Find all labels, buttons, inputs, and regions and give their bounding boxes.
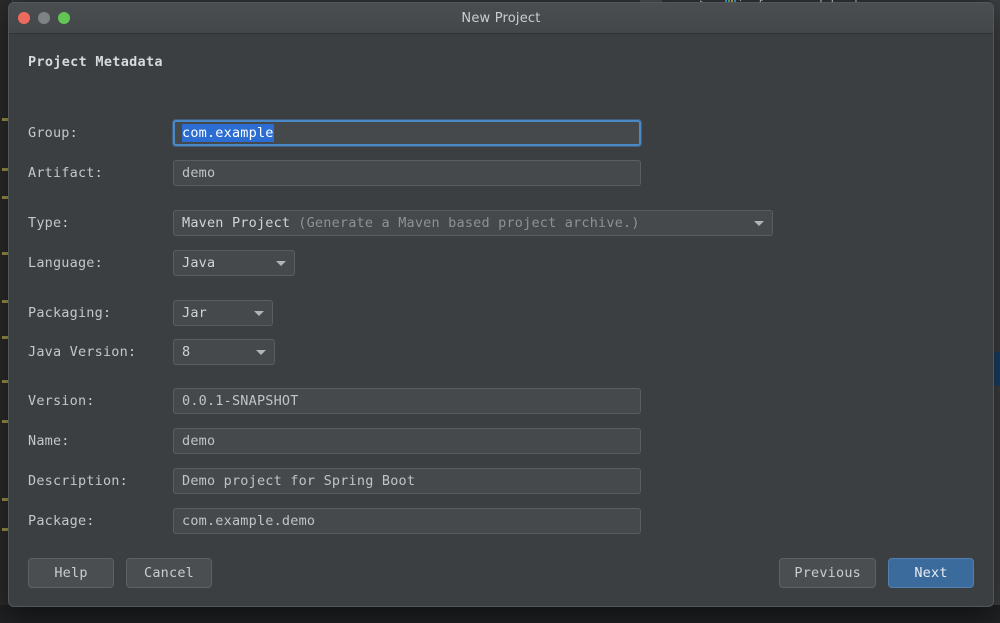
- cancel-button[interactable]: Cancel: [126, 558, 212, 588]
- dialog-title: New Project: [461, 11, 540, 26]
- artifact-input[interactable]: demo: [173, 160, 641, 186]
- name-input[interactable]: demo: [173, 428, 641, 454]
- maximize-window-icon[interactable]: [58, 12, 70, 24]
- label-package: Package:: [28, 513, 173, 529]
- next-button[interactable]: Next: [888, 558, 974, 588]
- language-dropdown-value: Java: [182, 255, 215, 271]
- form-row-package: Package: com.example.demo: [28, 508, 974, 534]
- label-artifact: Artifact:: [28, 165, 173, 181]
- form-row-java-version: Java Version: 8: [28, 339, 974, 365]
- window-controls: [18, 3, 70, 33]
- java-version-dropdown-value: 8: [182, 344, 190, 360]
- dialog-button-bar: Help Cancel Previous Next: [9, 540, 993, 606]
- description-input[interactable]: Demo project for Spring Boot: [173, 468, 641, 494]
- package-input[interactable]: com.example.demo: [173, 508, 641, 534]
- label-packaging: Packaging:: [28, 305, 173, 321]
- dialog-title-bar[interactable]: New Project: [9, 3, 993, 34]
- form-row-group: Group: com.example: [28, 120, 974, 146]
- language-dropdown[interactable]: Java: [173, 250, 295, 276]
- form-row-name: Name: demo: [28, 428, 974, 454]
- version-input[interactable]: 0.0.1-SNAPSHOT: [173, 388, 641, 414]
- group-input-value: com.example: [182, 124, 274, 142]
- form-row-language: Language: Java: [28, 250, 974, 276]
- close-window-icon[interactable]: [18, 12, 30, 24]
- chevron-down-icon: [256, 350, 266, 355]
- label-version: Version:: [28, 393, 173, 409]
- label-name: Name:: [28, 433, 173, 449]
- new-project-dialog: New Project Project Metadata Group: com.…: [8, 2, 994, 607]
- java-version-dropdown[interactable]: 8: [173, 339, 275, 365]
- label-language: Language:: [28, 255, 173, 271]
- form-row-type: Type: Maven Project (Generate a Maven ba…: [28, 210, 974, 236]
- form-row-version: Version: 0.0.1-SNAPSHOT: [28, 388, 974, 414]
- type-dropdown-value: Maven Project: [182, 215, 290, 231]
- help-button[interactable]: Help: [28, 558, 114, 588]
- group-input[interactable]: com.example: [173, 120, 641, 146]
- form-row-packaging: Packaging: Jar: [28, 300, 974, 326]
- label-type: Type:: [28, 215, 173, 231]
- dialog-body: Project Metadata Group: com.example Arti…: [9, 34, 993, 606]
- packaging-dropdown-value: Jar: [182, 305, 207, 321]
- type-dropdown[interactable]: Maven Project (Generate a Maven based pr…: [173, 210, 773, 236]
- section-heading: Project Metadata: [28, 54, 163, 70]
- form-row-artifact: Artifact: demo: [28, 160, 974, 186]
- label-java-version: Java Version:: [28, 344, 173, 360]
- type-dropdown-hint: (Generate a Maven based project archive.…: [298, 215, 639, 231]
- chevron-down-icon: [754, 221, 764, 226]
- label-description: Description:: [28, 473, 173, 489]
- chevron-down-icon: [254, 311, 264, 316]
- form-row-description: Description: Demo project for Spring Boo…: [28, 468, 974, 494]
- previous-button[interactable]: Previous: [779, 558, 876, 588]
- label-group: Group:: [28, 125, 173, 141]
- packaging-dropdown[interactable]: Jar: [173, 300, 273, 326]
- minimize-window-icon[interactable]: [38, 12, 50, 24]
- ide-status-bar: [0, 605, 1000, 623]
- chevron-down-icon: [276, 261, 286, 266]
